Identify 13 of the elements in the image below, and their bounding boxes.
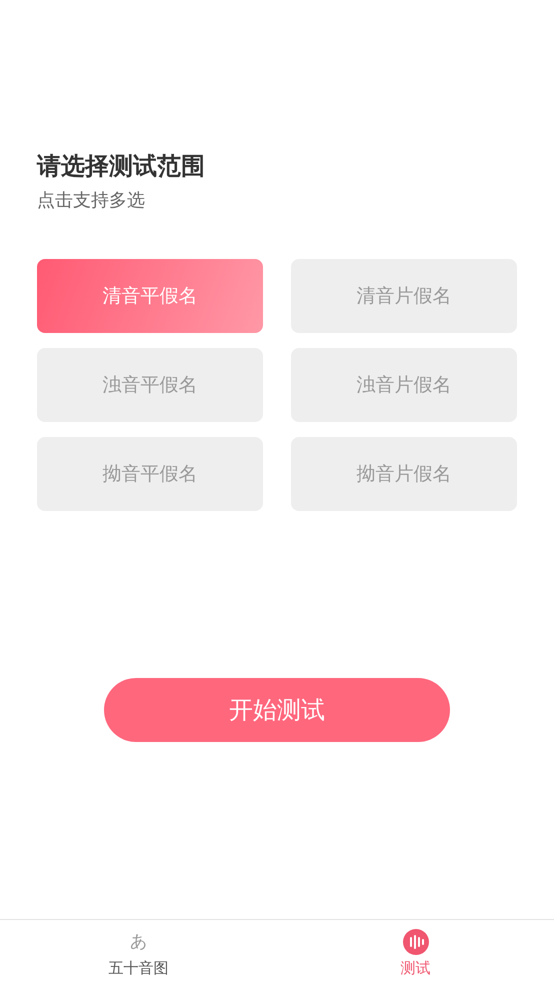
tab-item[interactable]: 测试 — [277, 920, 554, 986]
range-option[interactable]: 浊音片假名 — [291, 348, 517, 422]
range-option[interactable]: 拗音平假名 — [37, 437, 263, 511]
range-option[interactable]: 拗音片假名 — [291, 437, 517, 511]
page-subtitle: 点击支持多选 — [37, 189, 146, 213]
range-option[interactable]: 浊音平假名 — [37, 348, 263, 422]
hiragana-icon: あ — [130, 928, 147, 954]
page-title: 请选择测试范围 — [37, 151, 206, 182]
range-option[interactable]: 清音平假名 — [37, 259, 263, 333]
start-button[interactable]: 开始测试 — [104, 678, 450, 742]
sound-wave-icon — [402, 928, 428, 954]
range-option[interactable]: 清音片假名 — [291, 259, 517, 333]
tab-item[interactable]: あ 五十音图 — [0, 920, 277, 986]
